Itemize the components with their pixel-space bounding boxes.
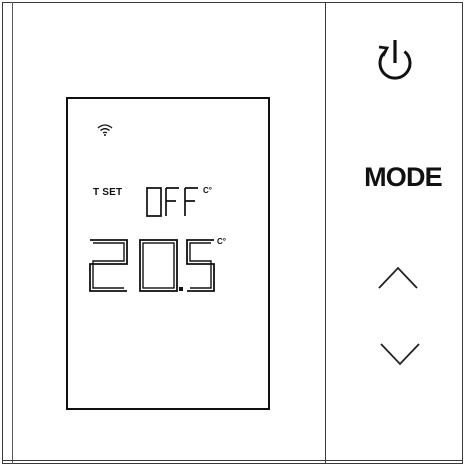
- power-button[interactable]: [369, 38, 421, 90]
- chevron-down-icon: [380, 343, 420, 366]
- current-temperature-unit: C°: [217, 237, 226, 246]
- decrease-temperature-button[interactable]: [379, 339, 421, 369]
- set-temperature-unit: C°: [203, 186, 212, 195]
- bottom-edge: [2, 460, 463, 461]
- set-temperature-label: T SET: [93, 187, 123, 198]
- current-temperature-value: [88, 237, 216, 295]
- lcd-display: T SET C° C°: [66, 97, 270, 410]
- thermostat-device: T SET C° C° MODE: [0, 0, 469, 469]
- wifi-icon: [96, 123, 114, 137]
- power-icon: [378, 40, 412, 80]
- set-temperature-value: [145, 185, 201, 219]
- chevron-up-icon: [378, 266, 418, 289]
- increase-temperature-button[interactable]: [377, 263, 419, 293]
- mode-button[interactable]: MODE: [357, 162, 449, 193]
- panel-divider: [325, 2, 326, 464]
- faceplate-edge: [12, 2, 13, 464]
